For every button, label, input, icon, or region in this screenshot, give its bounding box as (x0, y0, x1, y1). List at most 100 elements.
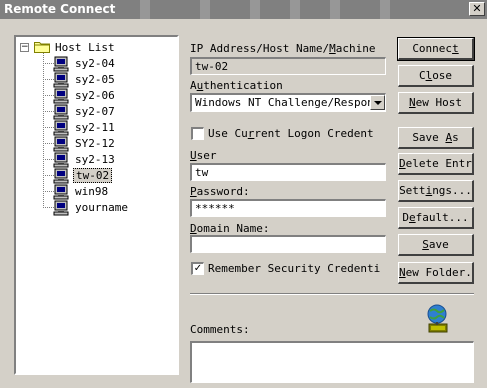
tree-item-label: win98 (75, 185, 109, 198)
collapse-icon[interactable]: − (20, 43, 29, 52)
titlebar-decoration (140, 0, 150, 19)
tree-item-label: SY2-12 (75, 137, 115, 150)
tree-item-label: sy2-11 (75, 121, 115, 134)
user-label: User (190, 149, 217, 162)
computer-icon (53, 136, 69, 152)
computer-icon (53, 200, 69, 216)
new-host-button[interactable]: New Host (398, 92, 474, 114)
separator (190, 293, 474, 295)
default-button[interactable]: Default... (398, 207, 474, 229)
button-text: D (402, 211, 409, 224)
checkmark-icon: ✓ (193, 263, 203, 274)
titlebar-decoration (290, 0, 300, 19)
new-folder-button[interactable]: New Folder... (398, 262, 474, 284)
tree-item-label: sy2-05 (75, 73, 115, 86)
label-text: Use Cu (208, 127, 248, 140)
connect-button[interactable]: Connect (397, 37, 475, 61)
tree-item[interactable]: sy2-13 (16, 152, 176, 168)
computer-icon (53, 168, 69, 184)
delete-entry-button[interactable]: Delete Entry (398, 153, 474, 175)
password-label: Password: (190, 185, 250, 198)
button-text: D (399, 157, 406, 170)
close-icon: ✕ (472, 2, 482, 15)
password-field[interactable]: ****** (190, 199, 386, 217)
tree-item[interactable]: SY2-12 (16, 136, 176, 152)
user-field[interactable]: tw (190, 163, 386, 181)
tree-item[interactable]: sy2-07 (16, 104, 176, 120)
window-title: Remote Connect (4, 2, 116, 16)
button-text: e (409, 211, 416, 224)
button-text: ngs... (432, 184, 472, 197)
domain-label: Domain Name: (190, 222, 269, 235)
domain-field[interactable] (190, 235, 386, 253)
button-text: ew Host (415, 96, 462, 109)
remember-credentials-checkbox[interactable]: ✓ (191, 262, 204, 275)
computer-icon (53, 120, 69, 136)
titlebar-decoration (250, 0, 260, 19)
tree-item[interactable]: sy2-04 (16, 56, 176, 72)
computer-icon (53, 72, 69, 88)
settings-button[interactable]: Settings... (398, 180, 474, 202)
button-text: s (452, 131, 459, 144)
folder-icon (34, 42, 50, 53)
close-window-button[interactable]: ✕ (469, 2, 485, 16)
label-text: achine (335, 42, 376, 55)
label-text: P (190, 185, 197, 198)
host-field-label: IP Address/Host Name/Machine (190, 42, 375, 55)
tree-item-label: sy2-13 (75, 153, 115, 166)
use-current-logon-checkbox[interactable] (191, 127, 204, 140)
save-as-button[interactable]: Save As (398, 127, 474, 149)
tree-item-label: sy2-04 (75, 57, 115, 70)
tree-item-label: yourname (75, 201, 128, 214)
button-text: Connec (412, 42, 453, 55)
label-text: rent Logon Credent (254, 127, 374, 140)
button-text: t (452, 42, 459, 55)
tree-item-label: sy2-06 (75, 89, 115, 102)
titlebar-decoration (380, 0, 390, 19)
tree-root-host-list[interactable]: − Host List (16, 40, 176, 56)
title-bar[interactable]: Remote Connect ✕ (0, 0, 487, 19)
label-text: ser (196, 149, 217, 162)
remember-credentials-label: Remember Security Credenti (208, 262, 380, 275)
save-button[interactable]: Save (398, 234, 474, 256)
remote-connect-window: Remote Connect ✕ − Host List sy2-04 sy2-0… (0, 0, 487, 388)
authentication-select[interactable]: Windows NT Challenge/Response (190, 93, 386, 112)
tree-item[interactable]: sy2-11 (16, 120, 176, 136)
authentication-select-value: Windows NT Challenge/Response (195, 96, 386, 109)
comments-textarea[interactable] (190, 341, 474, 383)
host-field[interactable]: tw-02 (190, 57, 386, 75)
label-text: D (190, 222, 197, 235)
button-text: N (409, 96, 416, 109)
button-text: fault... (415, 211, 469, 224)
button-text: ew Folder... (405, 266, 472, 279)
computer-icon (53, 104, 69, 120)
label-text: U (190, 149, 197, 162)
button-text: ave (428, 238, 449, 251)
button-text: ose (432, 69, 453, 82)
button-text: S (422, 238, 429, 251)
computer-icon (53, 184, 69, 200)
tree-item[interactable]: sy2-05 (16, 72, 176, 88)
close-button[interactable]: Close (398, 65, 474, 87)
computer-icon (53, 56, 69, 72)
titlebar-decoration (330, 0, 340, 19)
computer-icon (53, 88, 69, 104)
label-text: thentication (203, 79, 283, 92)
titlebar-decoration (200, 0, 210, 19)
tree-item[interactable]: win98 (16, 184, 176, 200)
comments-label: Comments: (190, 323, 250, 336)
host-list-tree[interactable]: − Host List sy2-04 sy2-05 sy2-06 sy2-07 sy2-… (14, 35, 179, 375)
computer-icon (53, 152, 69, 168)
button-text: Save (412, 131, 446, 144)
tree-root-label: Host List (55, 41, 115, 54)
tree-item[interactable]: yourname (16, 200, 176, 216)
label-text: Remember Security Credenti (208, 262, 381, 275)
globe-network-icon (427, 304, 448, 333)
button-text: C (418, 69, 426, 82)
tree-item-label: tw-02 (73, 168, 113, 183)
tree-item[interactable]: tw-02 (16, 168, 176, 184)
chevron-down-icon[interactable] (370, 95, 385, 110)
button-text: N (399, 266, 406, 279)
tree-item[interactable]: sy2-06 (16, 88, 176, 104)
button-text: elete Entry (405, 157, 474, 170)
